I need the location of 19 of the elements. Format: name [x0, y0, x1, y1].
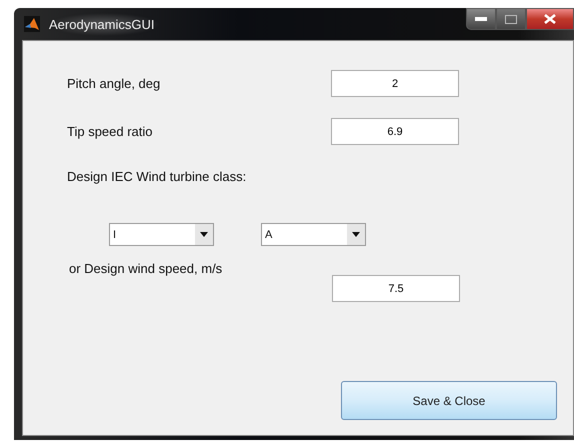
minimize-icon — [475, 17, 487, 21]
close-icon — [543, 14, 557, 24]
input-field[interactable]: 2 — [331, 70, 459, 97]
save-close-button[interactable]: Save & Close — [341, 381, 557, 420]
field-label: or Design wind speed, m/s — [68, 261, 224, 276]
maximize-button[interactable] — [496, 8, 526, 30]
minimize-button[interactable] — [466, 8, 496, 30]
app-icon — [24, 16, 40, 32]
dropdown[interactable]: I — [109, 223, 214, 246]
field-label: Pitch angle, deg — [66, 76, 162, 91]
section-label: Design IEC Wind turbine class: — [66, 169, 248, 186]
dropdown-arrow-icon — [200, 232, 208, 237]
dropdown[interactable]: A — [261, 223, 366, 246]
dropdown-arrow-icon — [352, 232, 360, 237]
close-button[interactable] — [526, 8, 574, 30]
input-field[interactable]: 6.9 — [331, 118, 459, 145]
field-label: Tip speed ratio — [66, 124, 154, 139]
maximize-icon — [505, 14, 517, 24]
input-field[interactable]: 7.5 — [332, 275, 460, 302]
